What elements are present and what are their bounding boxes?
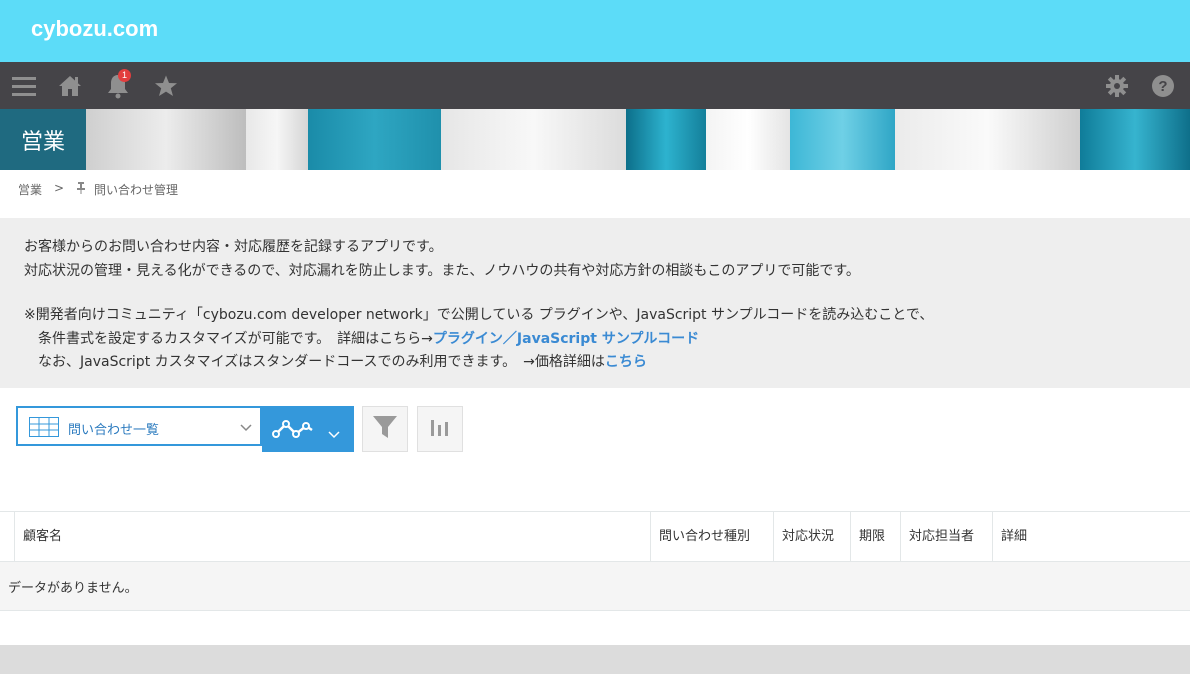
description-line: なお、JavaScript カスタマイズはスタンダードコースでのみ利用できます。…: [38, 354, 647, 370]
graph-button[interactable]: [417, 406, 463, 452]
chevron-down-icon: [240, 421, 252, 435]
description-line: 条件書式を設定するカスタマイズが可能です。 詳細はこちら→プラグイン／JavaS…: [38, 331, 700, 347]
breadcrumb: 営業 > 問い合わせ管理: [0, 170, 1190, 208]
record-table: 顧客名 問い合わせ種別 対応状況 期限 対応担当者 詳細 データがありません。: [0, 511, 1190, 611]
graph-selector-button[interactable]: [262, 406, 354, 452]
star-icon[interactable]: [152, 72, 180, 100]
description-line: 対応状況の管理・見える化ができるので、対応漏れを防止します。また、ノウハウの共有…: [24, 263, 860, 279]
description-line: ※開発者向けコミュニティ「cybozu.com developer networ…: [24, 307, 934, 323]
global-navbar: 1 ?: [0, 62, 1190, 109]
help-icon[interactable]: ?: [1150, 72, 1176, 100]
breadcrumb-app: 問い合わせ管理: [94, 183, 179, 197]
breadcrumb-separator: >: [54, 181, 65, 195]
line-graph-icon: [272, 418, 316, 444]
column-header-customer[interactable]: 顧客名: [14, 512, 650, 561]
brand-header: cybozu.com: [0, 0, 1190, 62]
menu-icon[interactable]: [10, 72, 38, 100]
table-header: 顧客名 問い合わせ種別 対応状況 期限 対応担当者 詳細: [0, 511, 1190, 562]
column-header-deadline[interactable]: 期限: [850, 512, 900, 561]
cybozu-logo[interactable]: cybozu.com: [31, 16, 158, 42]
funnel-icon: [372, 414, 398, 444]
description-line: お客様からのお問い合わせ内容・対応履歴を記録するアプリです。: [24, 239, 443, 255]
view-selector-label: 問い合わせ一覧: [68, 423, 160, 438]
table-view-icon: [29, 417, 59, 441]
app-description: お客様からのお問い合わせ内容・対応履歴を記録するアプリです。 対応状況の管理・見…: [0, 218, 1190, 388]
page-footer: [0, 645, 1190, 674]
column-header-assignee[interactable]: 対応担当者: [900, 512, 992, 561]
breadcrumb-space-link[interactable]: 営業: [18, 181, 42, 198]
chevron-down-icon: [328, 424, 340, 443]
column-header-inquiry-type[interactable]: 問い合わせ種別: [650, 512, 773, 561]
filter-button[interactable]: [362, 406, 408, 452]
column-header-status[interactable]: 対応状況: [773, 512, 850, 561]
pin-icon: [76, 182, 86, 197]
plugin-js-sample-link[interactable]: プラグイン／JavaScript サンプルコード: [433, 331, 699, 347]
price-details-link[interactable]: こちら: [605, 354, 647, 370]
svg-text:?: ?: [1158, 78, 1167, 95]
empty-row: データがありません。: [0, 562, 1190, 611]
space-banner: 営業: [0, 109, 1190, 170]
home-icon[interactable]: [56, 72, 84, 100]
bar-chart-icon: [429, 416, 451, 442]
gear-icon[interactable]: [1104, 72, 1130, 100]
view-selector[interactable]: 問い合わせ一覧: [16, 406, 262, 446]
empty-message: データがありません。: [8, 581, 138, 596]
notification-badge: 1: [118, 69, 131, 82]
column-header-details[interactable]: 詳細: [992, 512, 1190, 561]
space-title: 営業: [0, 109, 86, 170]
